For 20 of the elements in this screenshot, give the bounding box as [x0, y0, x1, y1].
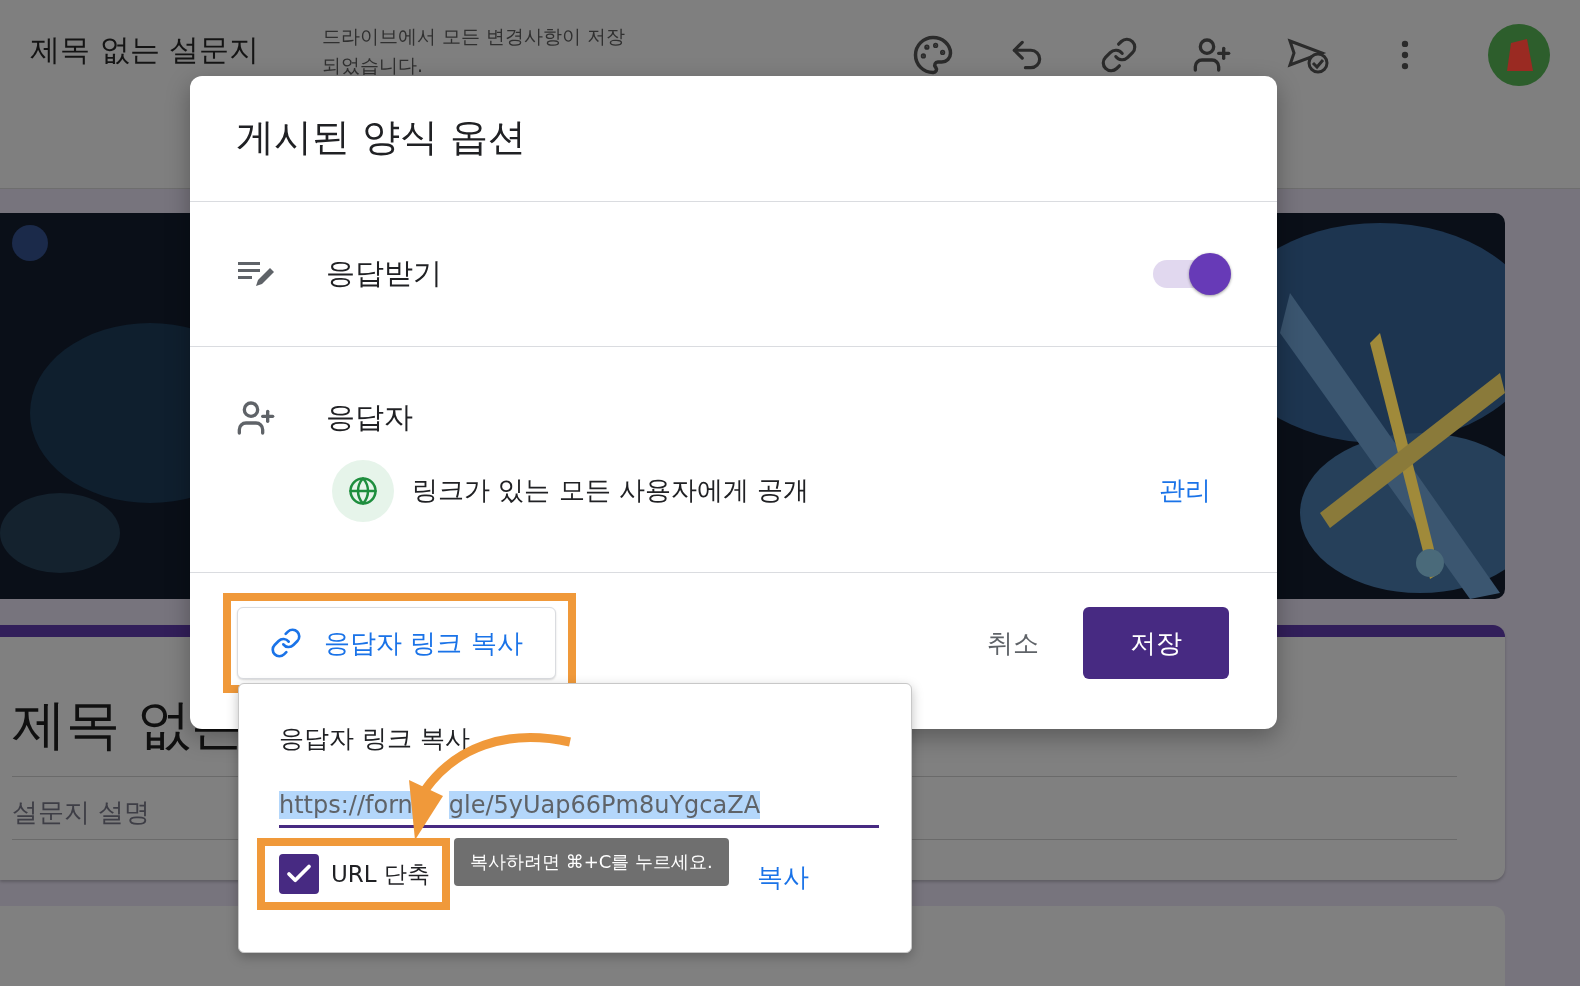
palette-icon[interactable]: [912, 34, 954, 76]
tooltip: 복사하려면 ⌘+C를 누르세요.: [453, 838, 729, 886]
copy-link-button[interactable]: 응답자 링크 복사: [237, 607, 556, 679]
person-add-icon[interactable]: [1192, 35, 1232, 75]
link-icon[interactable]: [1100, 36, 1138, 74]
url-field[interactable]: https://forn gle/5yUap66Pm8uYgcaZA: [279, 791, 879, 828]
save-button[interactable]: 저장: [1083, 607, 1229, 679]
manage-link[interactable]: 관리: [1159, 473, 1211, 508]
link-icon: [270, 627, 302, 659]
popup-title: 응답자 링크 복사: [279, 723, 471, 755]
dialog-title: 게시된 양식 옵션: [190, 76, 1277, 202]
copy-link[interactable]: 복사: [756, 860, 809, 895]
cancel-button[interactable]: 취소: [981, 624, 1045, 662]
row-label: 응답자: [326, 398, 413, 436]
checkbox-label[interactable]: URL 단축: [331, 858, 430, 890]
row-label: 응답받기: [326, 255, 442, 292]
shorten-checkbox[interactable]: [279, 854, 319, 894]
access-text: 링크가 있는 모든 사용자에게 공개: [412, 474, 810, 507]
save-status: 드라이브에서 모든 변경사항이 저장되었습니다.: [322, 24, 627, 78]
form-title[interactable]: 제목 없는 설문지: [30, 30, 320, 71]
